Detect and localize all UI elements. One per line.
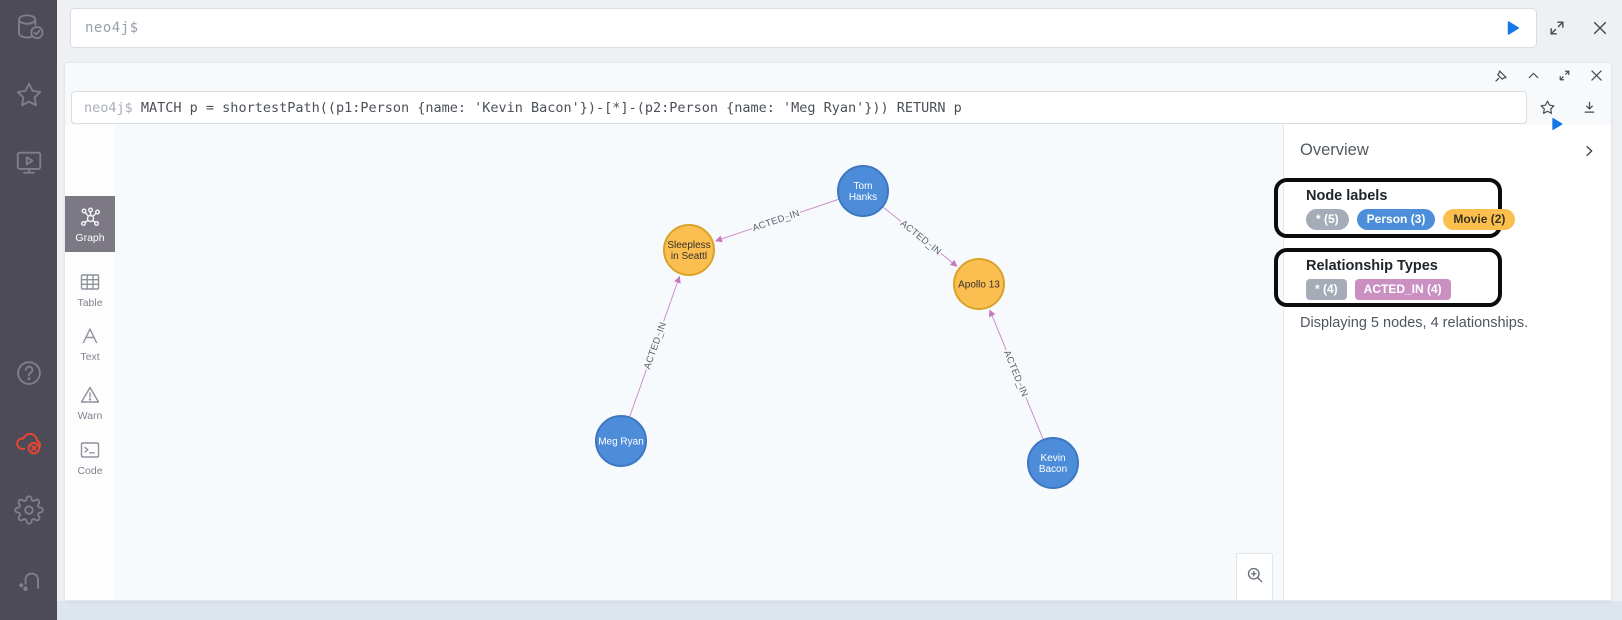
chevron-right-icon[interactable]	[1581, 143, 1597, 159]
annotation-box-node-labels: Node labels * (5) Person (3) Movie (2)	[1274, 178, 1516, 238]
neo4j-logo-icon[interactable]	[14, 563, 44, 593]
relationship-type-badges: * (4) ACTED_IN (4)	[1306, 279, 1498, 300]
app-sidebar	[0, 0, 57, 620]
warn-icon	[80, 386, 100, 403]
close-frame-icon[interactable]	[1588, 67, 1605, 84]
badge-4[interactable]: * (4)	[1306, 279, 1347, 300]
query-editor[interactable]: neo4j$ MATCH p = shortestPath((p1:Person…	[71, 91, 1563, 130]
fullscreen-frame-icon[interactable]	[1556, 67, 1573, 84]
guides-monitor-icon[interactable]	[14, 147, 44, 177]
frame-content: Graph Table Text Warn Code ACTED_IN ACTED…	[65, 125, 1611, 600]
bottom-strip	[57, 601, 1622, 620]
badge-5[interactable]: * (5)	[1306, 209, 1349, 230]
zoom-in-icon[interactable]	[1245, 565, 1265, 585]
favorite-query-icon[interactable]	[1539, 99, 1556, 116]
command-bar-input[interactable]: neo4j$	[70, 8, 1537, 48]
text-icon	[82, 327, 98, 343]
result-frame: neo4j$ MATCH p = shortestPath((p1:Person…	[64, 62, 1612, 601]
favorites-star-icon[interactable]	[14, 80, 44, 110]
tab-code[interactable]: Code	[65, 431, 115, 483]
pin-frame-icon[interactable]	[1493, 67, 1510, 84]
graph-edge-label-0: ACTED_IN	[751, 208, 801, 234]
zoom-out-icon[interactable]	[1245, 598, 1265, 600]
relationship-types-heading: Relationship Types	[1306, 258, 1438, 274]
graph-node-label-kevin-bacon: Kevin Bacon	[1039, 453, 1067, 475]
settings-gear-icon[interactable]	[13, 495, 44, 525]
help-icon[interactable]	[14, 358, 44, 388]
graph-icon	[81, 207, 101, 226]
tab-warn[interactable]: Warn	[65, 376, 115, 428]
tab-text-label: Text	[80, 350, 100, 363]
editor-query-text[interactable]: MATCH p = shortestPath((p1:Person {name:…	[141, 100, 962, 116]
graph-edge-label-1: ACTED_IN	[898, 218, 943, 257]
tab-table-label: Table	[77, 296, 103, 309]
graph-zoom-controls	[1236, 553, 1273, 600]
overview-panel: Overview Node labels * (5) Person (3) Movi…	[1274, 125, 1611, 600]
download-result-icon[interactable]	[1581, 99, 1598, 116]
graph-node-label-apollo-13: Apollo 13	[958, 280, 1000, 291]
tab-code-label: Code	[77, 464, 103, 477]
graph-edge-label-2: ACTED_IN	[642, 321, 669, 371]
fullscreen-editor-icon[interactable]	[1547, 18, 1567, 38]
graph-canvas[interactable]: ACTED_IN ACTED_INACTED_INACTED_INTom Hanks…	[115, 125, 1283, 600]
badge-person-3[interactable]: Person (3)	[1356, 209, 1436, 230]
node-label-badges: * (5) Person (3) Movie (2)	[1306, 209, 1516, 230]
database-check-icon[interactable]	[14, 12, 44, 42]
table-icon	[80, 273, 100, 290]
tab-graph[interactable]: Graph	[65, 196, 115, 252]
graph-node-label-sleepless: Sleepless in Seattl	[667, 240, 710, 262]
run-command-icon[interactable]	[1504, 19, 1522, 37]
command-prompt: neo4j$	[85, 20, 139, 36]
badge-acted-in-4[interactable]: ACTED_IN (4)	[1354, 279, 1451, 300]
run-query-icon[interactable]	[1500, 100, 1563, 130]
tab-text[interactable]: Text	[65, 317, 115, 369]
collapse-frame-icon[interactable]	[1525, 67, 1542, 84]
view-tabstrip: Graph Table Text Warn Code	[65, 125, 115, 600]
node-labels-heading: Node labels	[1306, 188, 1388, 204]
badge-movie-2[interactable]: Movie (2)	[1443, 209, 1516, 230]
cloud-disconnected-icon[interactable]	[14, 428, 44, 458]
tab-warn-label: Warn	[77, 409, 103, 422]
graph-node-label-meg-ryan: Meg Ryan	[598, 437, 644, 448]
annotation-box-relationship-types: Relationship Types * (4) ACTED_IN (4)	[1274, 248, 1502, 307]
close-editor-icon[interactable]	[1590, 18, 1610, 38]
graph-edge-label-3: ACTED_IN	[1001, 349, 1030, 399]
overview-title: Overview	[1300, 141, 1369, 159]
code-icon	[80, 441, 100, 458]
editor-prompt: neo4j$	[84, 99, 141, 116]
graph-status-text: Displaying 5 nodes, 4 relationships.	[1300, 315, 1529, 331]
tab-table[interactable]: Table	[65, 263, 115, 315]
tab-graph-label: Graph	[75, 231, 105, 244]
